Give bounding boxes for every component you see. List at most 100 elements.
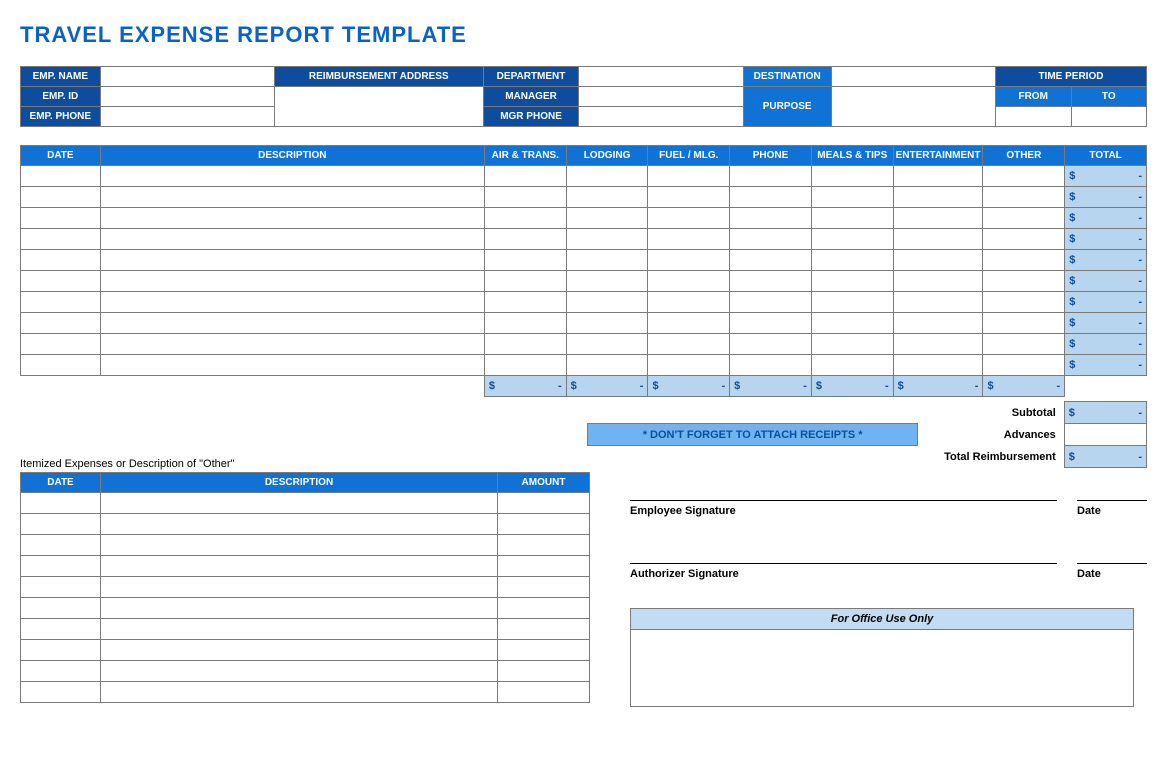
expense-cell[interactable] <box>484 208 566 229</box>
expense-cell[interactable] <box>811 166 893 187</box>
expense-cell[interactable] <box>730 334 812 355</box>
expense-cell[interactable] <box>811 313 893 334</box>
expense-cell[interactable] <box>484 250 566 271</box>
itemized-cell[interactable] <box>498 577 590 598</box>
expense-cell[interactable] <box>648 187 730 208</box>
itemized-cell[interactable] <box>101 556 498 577</box>
expense-cell[interactable] <box>730 250 812 271</box>
department-field[interactable] <box>579 67 743 87</box>
itemized-cell[interactable] <box>498 640 590 661</box>
expense-cell[interactable] <box>648 229 730 250</box>
expense-cell[interactable] <box>893 229 983 250</box>
expense-cell[interactable] <box>484 313 566 334</box>
itemized-cell[interactable] <box>21 640 101 661</box>
expense-cell[interactable] <box>21 334 101 355</box>
emp-phone-field[interactable] <box>100 107 274 127</box>
expense-cell[interactable] <box>484 187 566 208</box>
expense-cell[interactable] <box>983 334 1065 355</box>
expense-cell[interactable] <box>21 250 101 271</box>
itemized-cell[interactable] <box>498 661 590 682</box>
expense-cell[interactable] <box>648 271 730 292</box>
expense-cell[interactable] <box>566 229 648 250</box>
expense-cell[interactable] <box>811 292 893 313</box>
expense-cell[interactable] <box>811 229 893 250</box>
itemized-cell[interactable] <box>498 682 590 703</box>
expense-cell[interactable] <box>648 292 730 313</box>
office-use-body[interactable] <box>631 630 1133 706</box>
itemized-cell[interactable] <box>21 514 101 535</box>
expense-cell[interactable] <box>983 229 1065 250</box>
itemized-cell[interactable] <box>101 577 498 598</box>
expense-cell[interactable] <box>983 208 1065 229</box>
expense-cell[interactable] <box>566 166 648 187</box>
expense-cell[interactable] <box>566 208 648 229</box>
expense-cell[interactable] <box>484 334 566 355</box>
expense-cell[interactable] <box>983 271 1065 292</box>
expense-cell[interactable] <box>893 292 983 313</box>
expense-cell[interactable] <box>100 271 484 292</box>
emp-name-field[interactable] <box>100 67 274 87</box>
expense-cell[interactable] <box>100 313 484 334</box>
expense-cell[interactable] <box>893 271 983 292</box>
expense-cell[interactable] <box>811 334 893 355</box>
itemized-cell[interactable] <box>21 556 101 577</box>
expense-cell[interactable] <box>730 355 812 376</box>
expense-cell[interactable] <box>21 187 101 208</box>
expense-cell[interactable] <box>21 229 101 250</box>
expense-cell[interactable] <box>893 334 983 355</box>
itemized-cell[interactable] <box>21 493 101 514</box>
from-field[interactable] <box>995 107 1071 127</box>
itemized-cell[interactable] <box>101 619 498 640</box>
itemized-cell[interactable] <box>101 682 498 703</box>
expense-cell[interactable] <box>893 355 983 376</box>
itemized-cell[interactable] <box>498 514 590 535</box>
expense-cell[interactable] <box>730 292 812 313</box>
expense-cell[interactable] <box>100 229 484 250</box>
expense-cell[interactable] <box>100 355 484 376</box>
expense-cell[interactable] <box>893 187 983 208</box>
expense-cell[interactable] <box>648 250 730 271</box>
expense-cell[interactable] <box>100 250 484 271</box>
expense-cell[interactable] <box>648 166 730 187</box>
itemized-cell[interactable] <box>498 556 590 577</box>
expense-cell[interactable] <box>893 250 983 271</box>
expense-cell[interactable] <box>983 313 1065 334</box>
expense-cell[interactable] <box>893 166 983 187</box>
itemized-cell[interactable] <box>498 535 590 556</box>
itemized-cell[interactable] <box>21 619 101 640</box>
itemized-cell[interactable] <box>498 598 590 619</box>
expense-cell[interactable] <box>566 313 648 334</box>
itemized-cell[interactable] <box>21 682 101 703</box>
expense-cell[interactable] <box>484 229 566 250</box>
emp-id-field[interactable] <box>100 87 274 107</box>
expense-cell[interactable] <box>648 334 730 355</box>
expense-cell[interactable] <box>893 313 983 334</box>
expense-cell[interactable] <box>484 271 566 292</box>
expense-cell[interactable] <box>100 208 484 229</box>
expense-cell[interactable] <box>484 166 566 187</box>
itemized-cell[interactable] <box>21 661 101 682</box>
expense-cell[interactable] <box>566 271 648 292</box>
expense-cell[interactable] <box>730 229 812 250</box>
expense-cell[interactable] <box>648 208 730 229</box>
expense-cell[interactable] <box>730 271 812 292</box>
expense-cell[interactable] <box>100 292 484 313</box>
itemized-cell[interactable] <box>21 535 101 556</box>
expense-cell[interactable] <box>983 292 1065 313</box>
expense-cell[interactable] <box>566 355 648 376</box>
expense-cell[interactable] <box>566 187 648 208</box>
to-field[interactable] <box>1071 107 1147 127</box>
expense-cell[interactable] <box>811 250 893 271</box>
expense-cell[interactable] <box>566 334 648 355</box>
expense-cell[interactable] <box>21 355 101 376</box>
expense-cell[interactable] <box>730 313 812 334</box>
expense-cell[interactable] <box>648 355 730 376</box>
itemized-cell[interactable] <box>21 598 101 619</box>
expense-cell[interactable] <box>730 166 812 187</box>
expense-cell[interactable] <box>811 208 893 229</box>
manager-field[interactable] <box>579 87 743 107</box>
expense-cell[interactable] <box>730 208 812 229</box>
expense-cell[interactable] <box>21 166 101 187</box>
expense-cell[interactable] <box>100 334 484 355</box>
itemized-cell[interactable] <box>101 661 498 682</box>
